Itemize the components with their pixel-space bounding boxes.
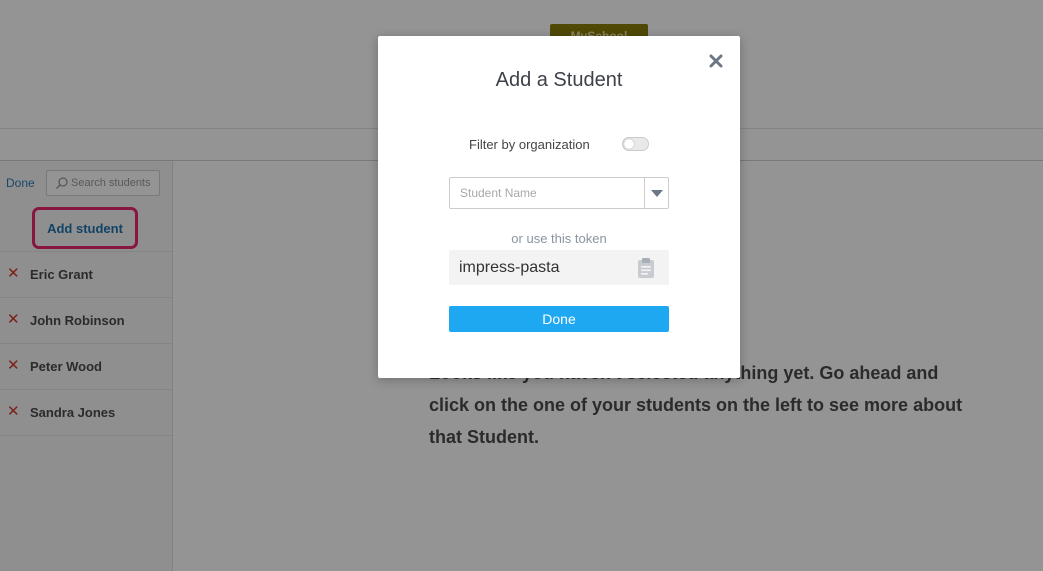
student-name-input[interactable]: [460, 185, 640, 201]
token-label: or use this token: [511, 231, 607, 246]
modal-title: Add a Student: [495, 69, 623, 91]
filter-organization-toggle[interactable]: [622, 137, 649, 151]
chevron-down-icon: [651, 190, 663, 197]
token-display: impress-pasta: [449, 250, 669, 285]
clipboard-icon[interactable]: [636, 257, 656, 279]
student-name-select[interactable]: [449, 177, 669, 209]
modal-done-button[interactable]: Done: [449, 306, 669, 332]
filter-by-organization-label: Filter by organization: [469, 137, 590, 152]
dropdown-toggle[interactable]: [644, 178, 668, 208]
close-icon[interactable]: [707, 52, 725, 70]
token-value: impress-pasta: [459, 259, 560, 276]
toggle-knob: [624, 139, 634, 149]
add-student-modal: Add a Student Filter by organization or …: [378, 36, 740, 378]
